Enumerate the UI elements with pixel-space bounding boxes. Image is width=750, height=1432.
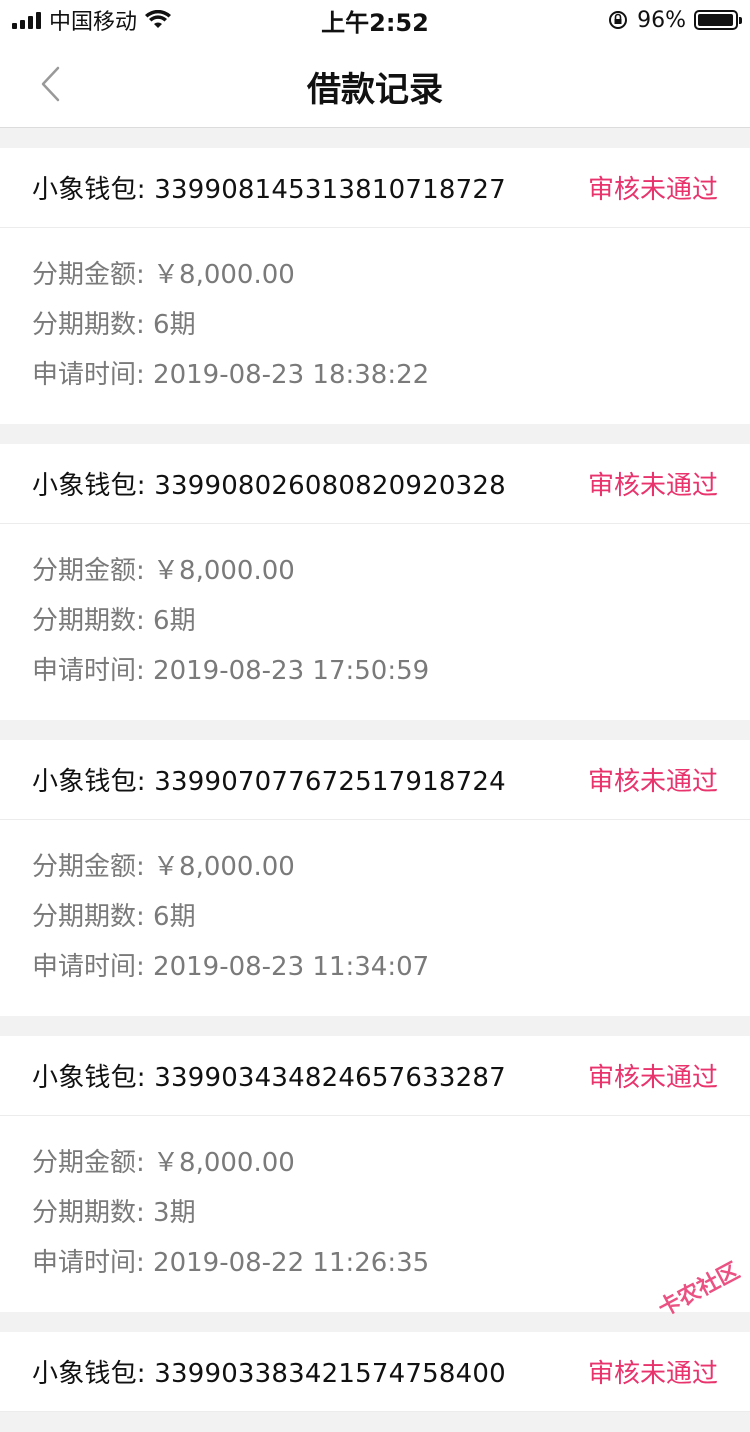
record-card[interactable]: 小象钱包: 339903383421574758400 审核未通过 xyxy=(0,1332,750,1412)
record-applied-time-label: 申请时间: xyxy=(32,360,153,390)
record-amount-row: 分期金额: ￥8,000.00 xyxy=(32,250,718,300)
record-amount-value: ￥8,000.00 xyxy=(153,1148,295,1178)
record-header: 小象钱包: 339908026080820920328 审核未通过 xyxy=(0,444,750,524)
status-bar: 中国移动 上午2:52 96% xyxy=(0,0,750,40)
wifi-icon xyxy=(145,10,171,30)
record-details: 分期金额: ￥8,000.00分期期数: 3期申请时间: 2019-08-22 … xyxy=(0,1116,750,1312)
record-amount-value: ￥8,000.00 xyxy=(153,852,295,882)
record-periods-value: 6期 xyxy=(153,902,196,932)
record-periods-label: 分期期数: xyxy=(32,606,153,636)
record-applied-time-row: 申请时间: 2019-08-23 18:38:22 xyxy=(32,350,718,400)
record-periods-label: 分期期数: xyxy=(32,1198,153,1228)
record-amount-label: 分期金额: xyxy=(32,1148,153,1178)
record-periods-label: 分期期数: xyxy=(32,310,153,340)
record-periods-label: 分期期数: xyxy=(32,902,153,932)
record-periods-row: 分期期数: 6期 xyxy=(32,892,718,942)
record-header: 小象钱包: 339907077672517918724 审核未通过 xyxy=(0,740,750,820)
battery-percent: 96% xyxy=(637,8,686,33)
record-periods-row: 分期期数: 3期 xyxy=(32,1188,718,1238)
record-status: 审核未通过 xyxy=(588,1057,718,1094)
record-applied-time-label: 申请时间: xyxy=(32,1248,153,1278)
record-order-number: 小象钱包: 339908026080820920328 xyxy=(32,465,506,502)
record-applied-time-row: 申请时间: 2019-08-23 11:34:07 xyxy=(32,942,718,992)
record-details: 分期金额: ￥8,000.00分期期数: 6期申请时间: 2019-08-23 … xyxy=(0,820,750,1016)
record-card[interactable]: 小象钱包: 339908026080820920328 审核未通过分期金额: ￥8… xyxy=(0,444,750,720)
record-applied-time-label: 申请时间: xyxy=(32,656,153,686)
record-applied-time-label: 申请时间: xyxy=(32,952,153,982)
record-order-number: 小象钱包: 339907077672517918724 xyxy=(32,761,506,798)
record-periods-value: 3期 xyxy=(153,1198,196,1228)
record-header: 小象钱包: 339908145313810718727 审核未通过 xyxy=(0,148,750,228)
record-header: 小象钱包: 339903434824657633287 审核未通过 xyxy=(0,1036,750,1116)
record-applied-time-row: 申请时间: 2019-08-23 17:50:59 xyxy=(32,646,718,696)
record-applied-time-row: 申请时间: 2019-08-22 11:26:35 xyxy=(32,1238,718,1288)
record-details: 分期金额: ￥8,000.00分期期数: 6期申请时间: 2019-08-23 … xyxy=(0,524,750,720)
record-card[interactable]: 小象钱包: 339908145313810718727 审核未通过分期金额: ￥8… xyxy=(0,148,750,424)
status-left: 中国移动 xyxy=(12,4,171,36)
record-applied-time-value: 2019-08-22 11:26:35 xyxy=(153,1248,429,1278)
record-applied-time-value: 2019-08-23 11:34:07 xyxy=(153,952,429,982)
record-applied-time-value: 2019-08-23 18:38:22 xyxy=(153,360,429,390)
record-status: 审核未通过 xyxy=(588,1353,718,1390)
record-status: 审核未通过 xyxy=(588,465,718,502)
record-details: 分期金额: ￥8,000.00分期期数: 6期申请时间: 2019-08-23 … xyxy=(0,228,750,424)
record-status: 审核未通过 xyxy=(588,169,718,206)
record-periods-row: 分期期数: 6期 xyxy=(32,300,718,350)
record-amount-value: ￥8,000.00 xyxy=(153,260,295,290)
record-applied-time-value: 2019-08-23 17:50:59 xyxy=(153,656,429,686)
record-periods-row: 分期期数: 6期 xyxy=(32,596,718,646)
rotation-lock-icon xyxy=(607,9,629,31)
record-amount-label: 分期金额: xyxy=(32,260,153,290)
record-amount-row: 分期金额: ￥8,000.00 xyxy=(32,1138,718,1188)
record-card[interactable]: 小象钱包: 339903434824657633287 审核未通过分期金额: ￥8… xyxy=(0,1036,750,1312)
signal-icon xyxy=(12,11,41,29)
record-status: 审核未通过 xyxy=(588,761,718,798)
carrier-label: 中国移动 xyxy=(49,4,137,36)
record-amount-row: 分期金额: ￥8,000.00 xyxy=(32,546,718,596)
record-amount-label: 分期金额: xyxy=(32,852,153,882)
status-right: 96% xyxy=(607,8,738,33)
record-list: 小象钱包: 339908145313810718727审核未通过分期金额: ￥8… xyxy=(0,148,750,1432)
record-order-number: 小象钱包: 339908145313810718727 xyxy=(32,169,506,206)
record-periods-value: 6期 xyxy=(153,606,196,636)
record-order-number: 小象钱包: 339903434824657633287 xyxy=(32,1057,506,1094)
nav-bar: 借款记录 xyxy=(0,40,750,128)
record-amount-row: 分期金额: ￥8,000.00 xyxy=(32,842,718,892)
record-amount-label: 分期金额: xyxy=(32,556,153,586)
battery-fill xyxy=(698,14,733,26)
battery-icon xyxy=(694,10,738,30)
record-card[interactable]: 小象钱包: 339907077672517918724 审核未通过分期金额: ￥8… xyxy=(0,740,750,1016)
record-header: 小象钱包: 339903383421574758400 审核未通过 xyxy=(0,1332,750,1412)
record-amount-value: ￥8,000.00 xyxy=(153,556,295,586)
record-periods-value: 6期 xyxy=(153,310,196,340)
page-title: 借款记录 xyxy=(0,62,750,111)
record-order-number: 小象钱包: 339903383421574758400 xyxy=(32,1353,506,1390)
